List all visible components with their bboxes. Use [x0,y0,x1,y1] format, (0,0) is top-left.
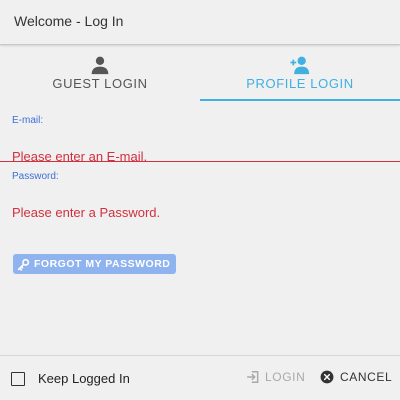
person-icon [91,56,109,75]
email-label: E-mail: [12,115,44,126]
login-dialog: Welcome - Log In GUEST LOGIN PROFILE LOG… [0,0,400,400]
close-circle-icon [320,370,334,384]
title-bar: Welcome - Log In [0,0,400,45]
cancel-button[interactable]: CANCEL [320,370,392,384]
password-field[interactable] [12,202,392,222]
cancel-label: CANCEL [340,370,393,384]
keep-logged-in-label[interactable]: Keep Logged In [38,371,130,386]
person-add-icon [290,56,310,75]
email-field-underline [0,161,400,162]
active-tab-indicator [200,99,400,101]
forgot-password-label: FORGOT MY PASSWORD [34,258,171,270]
tab-guest-login[interactable]: GUEST LOGIN [0,45,200,101]
email-field[interactable] [12,146,392,166]
login-button[interactable]: LOGIN [246,370,305,384]
login-icon [247,371,259,383]
keep-logged-in-checkbox[interactable] [11,372,25,386]
tab-profile-login-label: PROFILE LOGIN [246,76,354,91]
tab-profile-login[interactable]: PROFILE LOGIN [200,45,400,101]
forgot-password-button[interactable]: FORGOT MY PASSWORD [13,254,177,274]
login-label: LOGIN [265,370,306,384]
window-title: Welcome - Log In [14,13,124,29]
password-label: Password: [12,171,59,182]
key-icon [17,258,30,271]
login-tabs: GUEST LOGIN PROFILE LOGIN [0,45,400,101]
tab-guest-login-label: GUEST LOGIN [52,76,148,91]
dialog-footer: Keep Logged In LOGIN CANCEL [0,355,400,400]
